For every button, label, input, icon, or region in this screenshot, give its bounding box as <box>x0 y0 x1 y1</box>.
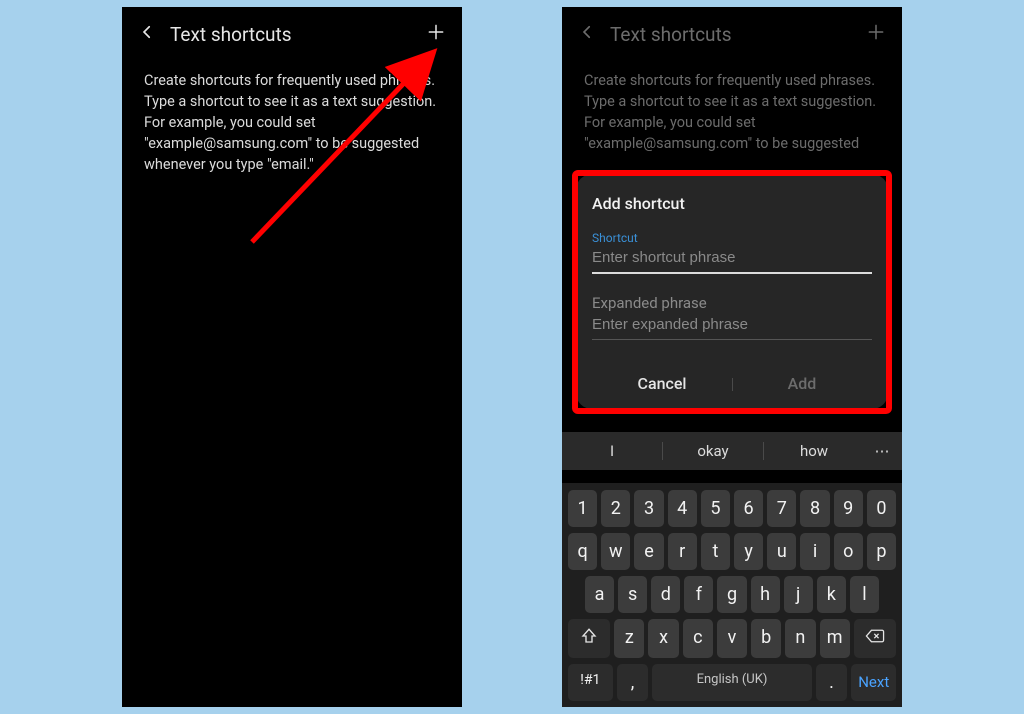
phone-screenshot-right: Text shortcuts Create shortcuts for freq… <box>562 7 902 707</box>
suggestions-more-icon[interactable]: ⋯ <box>864 442 902 460</box>
key-t[interactable]: t <box>701 533 730 570</box>
key-row-qwerty: q w e r t y u i o p <box>566 533 898 570</box>
key-q[interactable]: q <box>568 533 597 570</box>
key-u[interactable]: u <box>767 533 796 570</box>
on-screen-keyboard: 1 2 3 4 5 6 7 8 9 0 q w e r t y u i o p … <box>562 483 902 707</box>
key-4[interactable]: 4 <box>668 490 697 527</box>
key-n[interactable]: n <box>785 619 815 658</box>
suggestion-word[interactable]: I <box>562 442 662 460</box>
dialog-button-row: Cancel Add <box>592 360 872 409</box>
comma-key[interactable]: , <box>617 664 649 701</box>
key-f[interactable]: f <box>684 576 713 613</box>
symbols-key[interactable]: !#1 <box>568 664 613 701</box>
key-p[interactable]: p <box>867 533 896 570</box>
key-c[interactable]: c <box>683 619 713 658</box>
key-h[interactable]: h <box>751 576 780 613</box>
add-button[interactable]: Add <box>732 374 872 393</box>
cancel-button[interactable]: Cancel <box>592 374 732 393</box>
shortcut-input[interactable] <box>592 245 872 274</box>
page-description: Create shortcuts for frequently used phr… <box>122 54 462 175</box>
back-icon[interactable] <box>138 23 156 45</box>
suggestion-word[interactable]: how <box>764 442 864 460</box>
app-header: Text shortcuts <box>122 7 462 54</box>
key-w[interactable]: w <box>601 533 630 570</box>
key-m[interactable]: m <box>820 619 850 658</box>
period-key[interactable]: . <box>816 664 848 701</box>
keyboard-suggestion-bar: I okay how ⋯ <box>562 432 902 470</box>
key-7[interactable]: 7 <box>767 490 796 527</box>
key-s[interactable]: s <box>618 576 647 613</box>
key-8[interactable]: 8 <box>800 490 829 527</box>
expanded-input[interactable] <box>592 312 872 340</box>
key-9[interactable]: 9 <box>834 490 863 527</box>
page-title: Text shortcuts <box>170 23 412 46</box>
key-row-asdf: a s d f g h j k l <box>566 576 898 613</box>
key-g[interactable]: g <box>717 576 746 613</box>
key-v[interactable]: v <box>717 619 747 658</box>
key-o[interactable]: o <box>834 533 863 570</box>
phone-screenshot-left: Text shortcuts Create shortcuts for freq… <box>122 7 462 707</box>
next-key[interactable]: Next <box>851 664 896 701</box>
key-y[interactable]: y <box>734 533 763 570</box>
key-1[interactable]: 1 <box>568 490 597 527</box>
add-icon[interactable] <box>426 22 446 46</box>
key-b[interactable]: b <box>751 619 781 658</box>
key-a[interactable]: a <box>585 576 614 613</box>
shortcut-label: Shortcut <box>592 231 872 245</box>
shortcut-field-block: Shortcut <box>592 231 872 274</box>
back-icon <box>578 23 596 45</box>
key-6[interactable]: 6 <box>734 490 763 527</box>
key-x[interactable]: x <box>648 619 678 658</box>
backspace-key[interactable] <box>854 619 896 658</box>
page-description-dim: Create shortcuts for frequently used phr… <box>562 54 902 154</box>
key-row-numbers: 1 2 3 4 5 6 7 8 9 0 <box>566 490 898 527</box>
add-shortcut-dialog: Add shortcut Shortcut Expanded phrase Ca… <box>576 174 888 409</box>
page-title: Text shortcuts <box>610 23 852 46</box>
key-2[interactable]: 2 <box>601 490 630 527</box>
key-j[interactable]: j <box>784 576 813 613</box>
key-r[interactable]: r <box>668 533 697 570</box>
key-k[interactable]: k <box>817 576 846 613</box>
key-row-zxcv: z x c v b n m <box>566 619 898 658</box>
key-3[interactable]: 3 <box>634 490 663 527</box>
key-row-bottom: !#1 , English (UK) . Next <box>566 664 898 701</box>
key-z[interactable]: z <box>614 619 644 658</box>
key-e[interactable]: e <box>634 533 663 570</box>
suggestion-word[interactable]: okay <box>663 442 763 460</box>
dialog-title: Add shortcut <box>592 194 872 213</box>
app-header-dim: Text shortcuts <box>562 7 902 54</box>
expanded-label: Expanded phrase <box>592 294 872 312</box>
key-0[interactable]: 0 <box>867 490 896 527</box>
add-icon <box>866 22 886 46</box>
key-i[interactable]: i <box>800 533 829 570</box>
key-5[interactable]: 5 <box>701 490 730 527</box>
space-key[interactable]: English (UK) <box>652 664 811 701</box>
shift-key[interactable] <box>568 619 610 658</box>
key-l[interactable]: l <box>850 576 879 613</box>
key-d[interactable]: d <box>651 576 680 613</box>
expanded-field-block: Expanded phrase <box>592 294 872 340</box>
